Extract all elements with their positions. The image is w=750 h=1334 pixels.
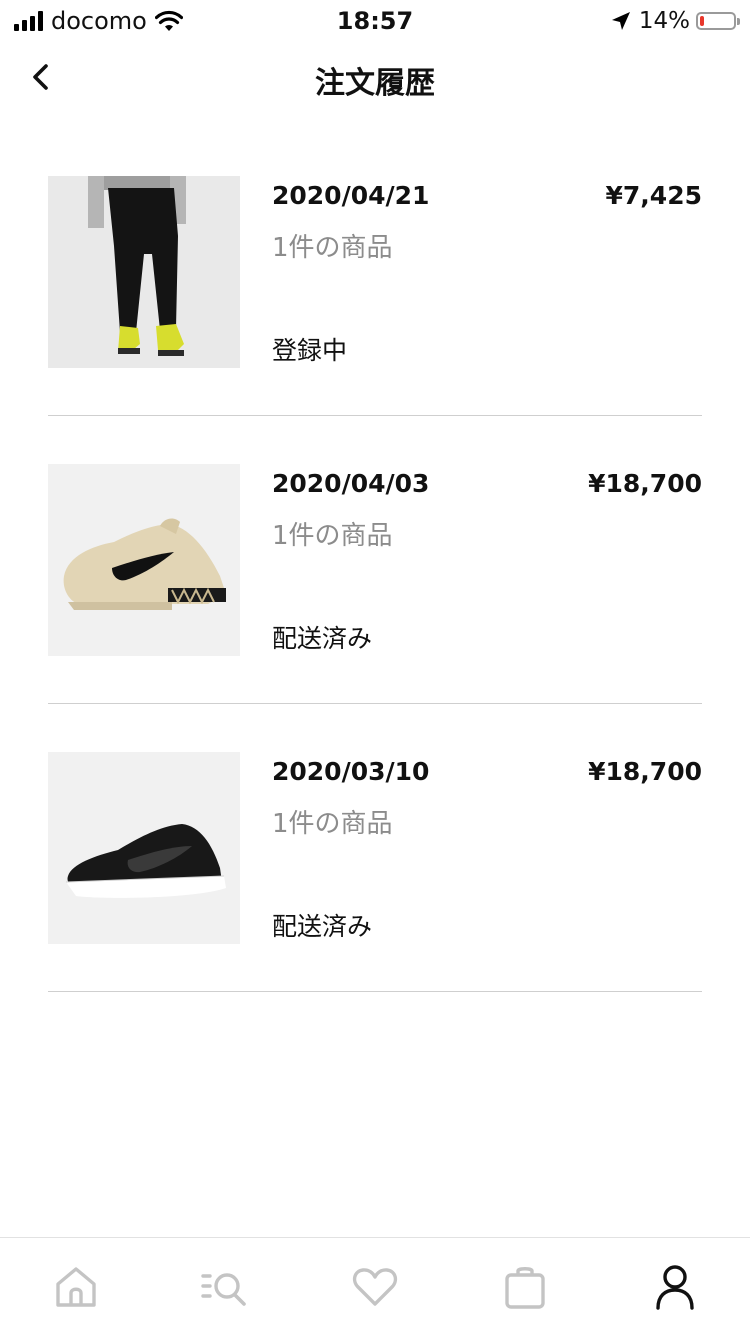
order-status: 登録中: [272, 336, 348, 365]
product-thumbnail: [48, 176, 240, 368]
tab-favorites[interactable]: [350, 1262, 400, 1312]
nav-header: 注文履歴: [0, 44, 750, 124]
tab-bag[interactable]: [500, 1262, 550, 1312]
item-count: 1件の商品: [272, 521, 393, 551]
battery-icon: [696, 12, 740, 30]
beige-sneaker-image: [48, 464, 240, 656]
battery-percent: 14%: [638, 8, 690, 34]
item-count: 1件の商品: [272, 233, 393, 263]
order-status: 配送済み: [272, 624, 373, 653]
heart-icon: [352, 1268, 398, 1306]
black-sneaker-image: [48, 752, 240, 944]
location-arrow-icon: [611, 12, 630, 30]
order-price: ¥7,425: [605, 181, 702, 210]
status-right: 14%: [611, 8, 740, 34]
order-price: ¥18,700: [588, 757, 702, 786]
black-sweatpants-image: [48, 176, 240, 368]
profile-icon: [656, 1265, 694, 1310]
status-bar: docomo 18:57 14%: [0, 0, 750, 40]
tab-profile[interactable]: [650, 1262, 700, 1312]
order-row[interactable]: 2020/03/10 ¥18,700 1件の商品 配送済み: [48, 704, 702, 992]
order-status: 配送済み: [272, 912, 373, 941]
order-price: ¥18,700: [588, 469, 702, 498]
page-title: 注文履歴: [315, 66, 435, 101]
product-thumbnail: [48, 464, 240, 656]
bag-icon: [505, 1267, 545, 1309]
search-list-icon: [201, 1273, 246, 1306]
tab-search[interactable]: [200, 1262, 250, 1312]
order-row[interactable]: 2020/04/03 ¥18,700 1件の商品 配送済み: [48, 416, 702, 704]
product-thumbnail: [48, 752, 240, 944]
item-count: 1件の商品: [272, 809, 393, 839]
tab-bar: [0, 1237, 750, 1334]
order-row[interactable]: 2020/04/21 ¥7,425 1件の商品 登録中: [48, 128, 702, 416]
tab-home[interactable]: [51, 1262, 101, 1312]
order-date: 2020/04/03: [272, 469, 430, 498]
order-list: 2020/04/21 ¥7,425 1件の商品 登録中 2020/04/03 ¥…: [48, 128, 702, 992]
battery-level: [700, 16, 704, 26]
order-date: 2020/03/10: [272, 757, 430, 786]
order-date: 2020/04/21: [272, 181, 430, 210]
home-icon: [56, 1267, 96, 1307]
